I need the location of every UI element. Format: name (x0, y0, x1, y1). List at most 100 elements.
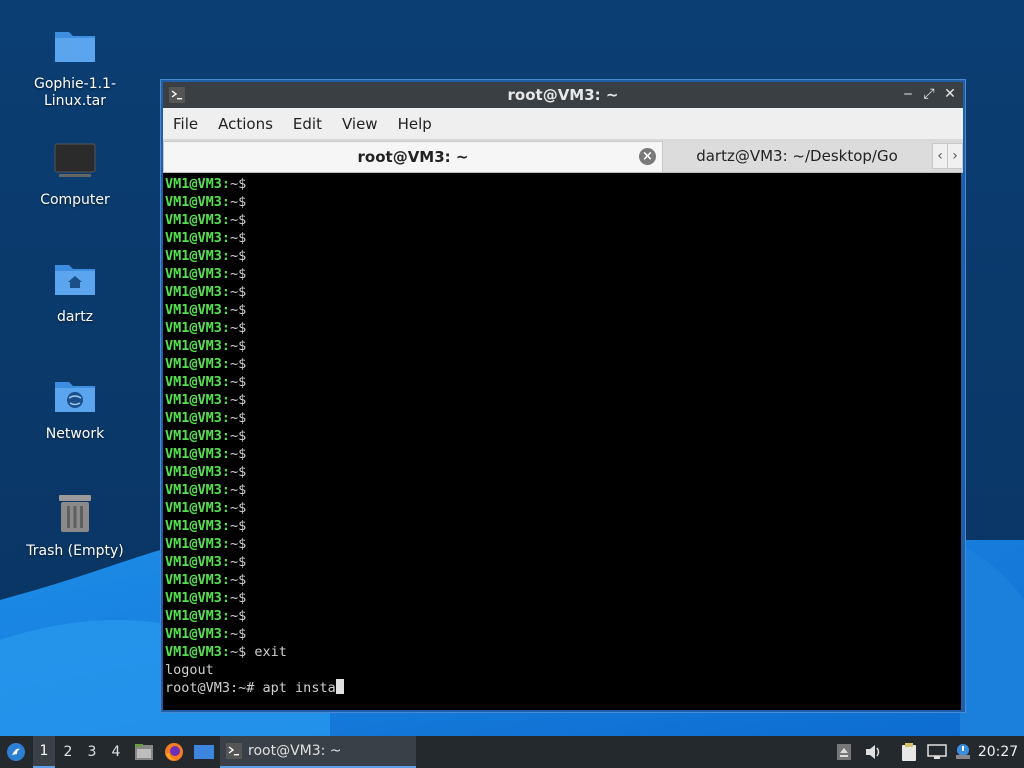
terminal-prompt: VM1@VM3: (165, 176, 231, 192)
terminal-line: VM1@VM3:~$ exit (163, 643, 961, 661)
desktop-icon-label: Trash (Empty) (26, 543, 124, 559)
clock[interactable]: 20:27 (976, 736, 1020, 768)
terminal-prompt-suffix: ~$ (230, 482, 247, 498)
desktop-icon-label: Computer (40, 192, 110, 208)
terminal-prompt-suffix: ~$ (230, 554, 247, 570)
terminal-line: VM1@VM3:~$ (163, 283, 961, 301)
terminal-prompt: VM1@VM3: (165, 410, 231, 426)
terminal-line: VM1@VM3:~$ (163, 499, 961, 517)
tab-scroll-right-icon[interactable]: › (947, 143, 963, 169)
terminal-prompt-suffix: ~$ (230, 518, 247, 534)
home-folder-icon (55, 265, 95, 295)
terminal-line: VM1@VM3:~$ (163, 229, 961, 247)
file-manager-icon[interactable] (132, 736, 156, 768)
terminal-prompt: VM1@VM3: (165, 356, 231, 372)
terminal-current-input[interactable]: apt insta (263, 680, 336, 696)
volume-icon[interactable] (862, 736, 884, 768)
terminal-prompt-suffix: ~$ (230, 356, 247, 372)
terminal-prompt-suffix: ~$ (230, 212, 247, 228)
terminal-prompt: VM1@VM3: (165, 284, 231, 300)
terminal-prompt: VM1@VM3: (165, 644, 231, 660)
terminal-prompt: VM1@VM3: (165, 428, 231, 444)
folder-icon (55, 32, 95, 62)
terminal-command: exit (246, 644, 287, 660)
eject-icon[interactable] (834, 736, 854, 768)
menu-help[interactable]: Help (388, 115, 442, 133)
terminal-prompt: VM1@VM3: (165, 572, 231, 588)
terminal-prompt-suffix: ~$ (230, 194, 247, 210)
terminal-prompt: VM1@VM3: (165, 608, 231, 624)
terminal-prompt: VM1@VM3: (165, 266, 231, 282)
terminal-prompt-suffix: ~$ (230, 536, 247, 552)
terminal-prompt: VM1@VM3: (165, 464, 231, 480)
workspace-4[interactable]: 4 (105, 736, 127, 768)
terminal-prompt-suffix: ~$ (230, 500, 247, 516)
terminal-prompt-suffix: ~$ (230, 644, 247, 660)
terminal-line: VM1@VM3:~$ (163, 571, 961, 589)
tab-root[interactable]: root@VM3: ~ × (163, 141, 663, 172)
terminal-line: VM1@VM3:~$ (163, 319, 961, 337)
terminal-line: VM1@VM3:~$ (163, 589, 961, 607)
start-menu-icon[interactable] (4, 736, 28, 768)
tab-label: dartz@VM3: ~/Desktop/Go (696, 147, 898, 165)
network-status-icon[interactable] (926, 736, 948, 768)
terminal-line: VM1@VM3:~$ (163, 517, 961, 535)
terminal-line: VM1@VM3:~$ (163, 211, 961, 229)
terminal-line: VM1@VM3:~$ (163, 337, 961, 355)
clipboard-icon[interactable] (898, 736, 920, 768)
terminal-prompt-suffix: ~$ (230, 428, 247, 444)
terminal-line: VM1@VM3:~$ (163, 391, 961, 409)
desktop-icon-computer[interactable]: Computer (15, 138, 135, 209)
terminal-prompt-suffix: ~$ (230, 338, 247, 354)
firefox-icon[interactable] (162, 736, 186, 768)
terminal-logout-line: logout (165, 662, 214, 678)
terminal-prompt-suffix: ~$ (230, 266, 247, 282)
workspace-3[interactable]: 3 (81, 736, 103, 768)
terminal-line: VM1@VM3:~$ (163, 301, 961, 319)
terminal-prompt: VM1@VM3: (165, 626, 231, 642)
taskbar-terminal-task[interactable]: root@VM3: ~ (220, 736, 416, 768)
terminal-prompt: VM1@VM3: (165, 302, 231, 318)
desktop-icon-trash[interactable]: Trash (Empty) (15, 489, 135, 560)
maximize-button[interactable]: ⤢ (920, 85, 938, 103)
close-button[interactable]: ✕ (941, 85, 959, 103)
terminal-line: VM1@VM3:~$ (163, 607, 961, 625)
minimize-button[interactable]: ‒ (899, 85, 917, 103)
terminal-input-line[interactable]: root@VM3:~# apt insta (163, 679, 961, 697)
window-titlebar[interactable]: root@VM3: ~ ‒ ⤢ ✕ (163, 82, 963, 108)
desktop-icon-gophie[interactable]: Gophie-1.1- Linux.tar (15, 22, 135, 110)
terminal-prompt-suffix: ~$ (230, 608, 247, 624)
desktop-icon-network[interactable]: Network (15, 372, 135, 443)
tab-dartz[interactable]: dartz@VM3: ~/Desktop/Go (663, 141, 931, 171)
workspace-1[interactable]: 1 (33, 736, 55, 768)
terminal-line: VM1@VM3:~$ (163, 193, 961, 211)
menu-view[interactable]: View (332, 115, 388, 133)
terminal-line: VM1@VM3:~$ (163, 427, 961, 445)
terminal-prompt-suffix: ~$ (230, 392, 247, 408)
workspace-2[interactable]: 2 (57, 736, 79, 768)
terminal-prompt: VM1@VM3: (165, 500, 231, 516)
terminal-prompt: VM1@VM3: (165, 338, 231, 354)
tab-label: root@VM3: ~ (357, 148, 469, 166)
menu-file[interactable]: File (163, 115, 208, 133)
terminal-prompt: VM1@VM3: (165, 518, 231, 534)
monitor-icon (54, 143, 96, 177)
terminal-prompt: VM1@VM3: (165, 194, 231, 210)
network-folder-icon (55, 382, 95, 412)
terminal-output[interactable]: VM1@VM3:~$ VM1@VM3:~$ VM1@VM3:~$ VM1@VM3:~$… (163, 173, 961, 710)
terminal-prompt-suffix: ~$ (230, 446, 247, 462)
desktop-icon-label: Network (45, 426, 105, 442)
desktop-icon-dartz[interactable]: dartz (15, 255, 135, 326)
show-desktop-icon[interactable] (192, 736, 216, 768)
terminal-line: VM1@VM3:~$ (163, 409, 961, 427)
terminal-prompt-suffix: ~$ (230, 248, 247, 264)
terminal-prompt-suffix: ~$ (230, 374, 247, 390)
terminal-prompt: VM1@VM3: (165, 320, 231, 336)
terminal-prompt-suffix: ~$ (230, 230, 247, 246)
update-notifier-icon[interactable] (952, 736, 974, 768)
tab-close-icon[interactable]: × (639, 148, 656, 165)
terminal-window: root@VM3: ~ ‒ ⤢ ✕ File Actions Edit View… (161, 80, 965, 712)
menu-edit[interactable]: Edit (283, 115, 332, 133)
menu-actions[interactable]: Actions (208, 115, 283, 133)
tab-scroll-left-icon[interactable]: ‹ (932, 143, 948, 169)
